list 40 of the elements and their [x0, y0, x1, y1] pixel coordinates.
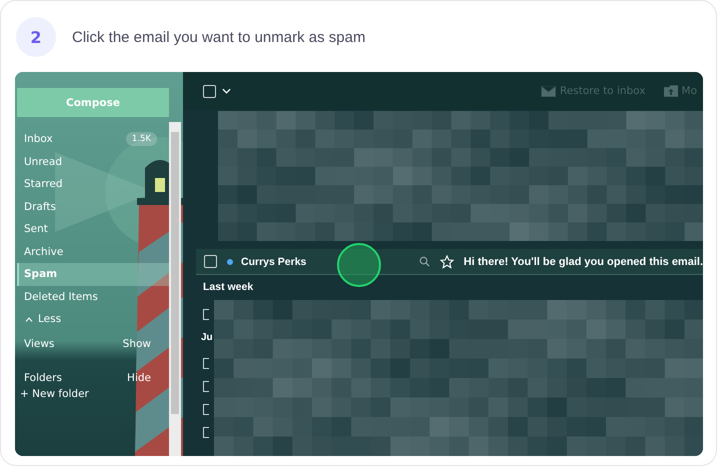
new-folder-link[interactable]: + New folder [17, 388, 169, 400]
scrollbar[interactable] [169, 122, 181, 456]
folder-item[interactable]: Deleted Items [17, 286, 171, 308]
checkbox[interactable] [203, 309, 209, 320]
unread-count: 1.5K [126, 132, 157, 146]
section-label: Folders [24, 372, 62, 384]
compose-button[interactable]: Compose [17, 88, 169, 117]
folder-icon [664, 85, 678, 97]
checkbox[interactable] [204, 255, 217, 268]
email-subject: Hi there! You'll be glad you opened this email. [464, 256, 703, 268]
section-label: Views [24, 338, 54, 350]
scrollbar-thumb[interactable] [171, 132, 179, 414]
date-heading: Ju [201, 332, 213, 345]
date-heading: Last week [202, 280, 254, 295]
star-icon[interactable] [440, 254, 454, 268]
folder-item[interactable]: Inbox 1.5K [17, 128, 171, 150]
envelope-icon [540, 86, 556, 96]
sender-name: Currys Perks [241, 256, 306, 268]
folder-item[interactable]: Drafts [17, 196, 171, 218]
restore-button[interactable]: Restore to inbox [534, 85, 652, 97]
click-indicator [337, 243, 381, 287]
less-toggle[interactable]: Less [17, 308, 169, 330]
folder-item[interactable]: Sent [17, 218, 171, 240]
folder-item[interactable]: Archive [17, 240, 171, 263]
search-icon[interactable] [418, 256, 430, 267]
folder-item[interactable]: Spam [17, 263, 171, 286]
checkbox[interactable] [203, 381, 209, 392]
folder-item[interactable]: Starred [17, 173, 171, 196]
checkbox[interactable] [203, 358, 209, 369]
step-instruction: Click the email you want to unmark as spam [72, 28, 366, 46]
checkbox[interactable] [203, 404, 209, 415]
checkbox[interactable] [203, 427, 209, 438]
select-all-checkbox[interactable] [203, 84, 216, 98]
step-number: 2 [16, 17, 56, 57]
move-button[interactable]: Mo [658, 85, 703, 97]
email-row[interactable]: Currys Perks Hi there! You'll be glad you opened this email. [196, 249, 703, 275]
folder-item[interactable]: Unread [17, 150, 171, 173]
section-toggle[interactable]: Show [122, 338, 151, 350]
caret-icon [25, 316, 33, 322]
chevron-down-icon[interactable] [222, 88, 231, 94]
